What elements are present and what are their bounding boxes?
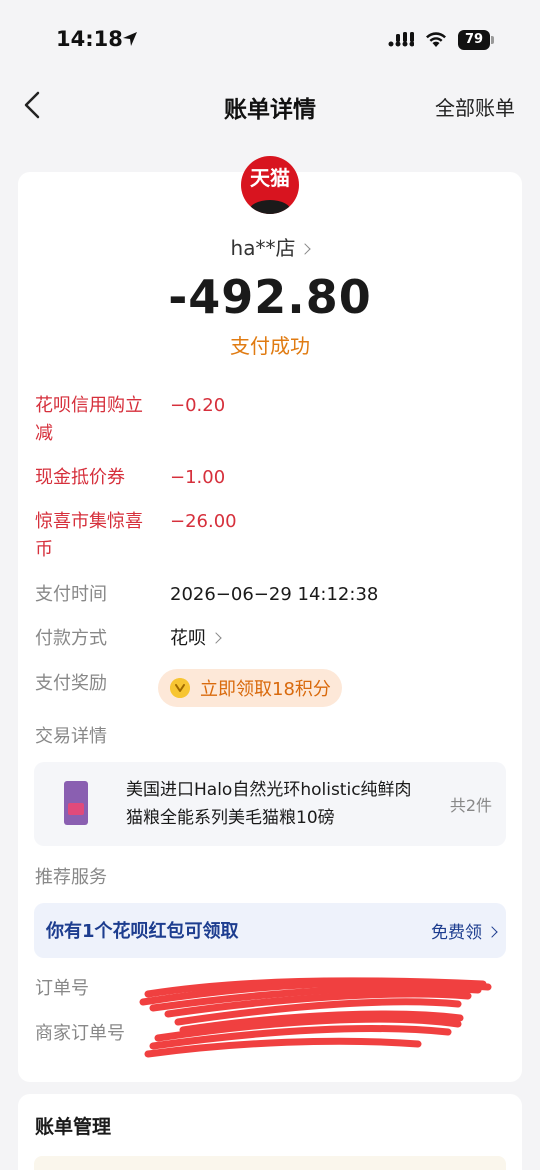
merchant-name: ha**店 [230, 236, 296, 260]
battery-level: 79 [458, 30, 490, 50]
status-time: 14:18 [56, 27, 123, 51]
nav-bar: 账单详情 全部账单 [0, 80, 540, 130]
merchant-order-number-label: 商家订单号 [35, 1023, 125, 1044]
bill-management-panel [34, 1156, 506, 1170]
bill-management-title: 账单管理 [35, 1116, 112, 1138]
pay-method-link[interactable]: 花呗 [170, 625, 222, 653]
discount-label: 惊喜市集惊喜币 [35, 511, 143, 560]
bill-management-card: 账单管理 [18, 1094, 522, 1170]
merchant-logo-text: 天猫 [250, 166, 290, 190]
pay-time-label: 支付时间 [35, 584, 107, 605]
merchant-name-link[interactable]: ha**店 [18, 232, 522, 261]
discount-value: −0.20 [170, 395, 226, 416]
bill-amount: -492.80 [168, 270, 372, 324]
pay-time-value: 2026−06−29 14:12:38 [170, 584, 379, 605]
claim-reward-label: 立即领取18积分 [200, 679, 331, 700]
claim-coupon-button[interactable]: 免费领 [431, 918, 498, 943]
location-arrow-icon [123, 32, 137, 46]
discount-value: −1.00 [170, 467, 226, 488]
product-count: 共2件 [449, 796, 492, 815]
discount-label: 花呗信用购立减 [35, 395, 143, 444]
payment-status: 支付成功 [230, 334, 310, 358]
merchant-logo: 天猫 [241, 156, 299, 214]
chevron-right-icon [210, 632, 222, 644]
product-image [64, 781, 88, 825]
trade-detail-label: 交易详情 [35, 726, 107, 747]
huabei-coupon-banner[interactable]: 你有1个花呗红包可领取 免费领 [34, 903, 506, 958]
cellular-signal-icon [388, 32, 414, 47]
claim-coupon-label: 免费领 [431, 923, 482, 943]
all-bills-link[interactable]: 全部账单 [435, 92, 515, 121]
pay-method-value: 花呗 [170, 628, 206, 649]
wifi-icon [426, 32, 446, 47]
reward-label: 支付奖励 [35, 673, 107, 694]
chevron-right-icon [299, 243, 312, 255]
points-coin-icon [170, 678, 190, 698]
product-name: 美国进口Halo自然光环holistic纯鲜肉猫粮全能系列美毛猫粮10磅 [126, 780, 412, 828]
bill-detail-card: 天猫 ha**店 -492.80 支付成功 花呗信用购立减 −0.20 现金抵价… [18, 156, 522, 1082]
pay-method-label: 付款方式 [35, 628, 107, 649]
discount-label: 现金抵价券 [35, 467, 125, 488]
order-number-label: 订单号 [35, 978, 89, 999]
recommend-label: 推荐服务 [35, 867, 107, 888]
discount-value: −26.00 [170, 511, 237, 532]
battery-icon: 79 [458, 30, 494, 50]
chevron-right-icon [486, 926, 498, 938]
claim-reward-button[interactable]: 立即领取18积分 [158, 669, 342, 707]
product-item[interactable]: 美国进口Halo自然光环holistic纯鲜肉猫粮全能系列美毛猫粮10磅 共2件 [34, 762, 506, 846]
coupon-text: 你有1个花呗红包可领取 [46, 921, 239, 942]
status-bar: 14:18 79 [0, 0, 540, 80]
tmall-cat-icon [249, 200, 291, 214]
